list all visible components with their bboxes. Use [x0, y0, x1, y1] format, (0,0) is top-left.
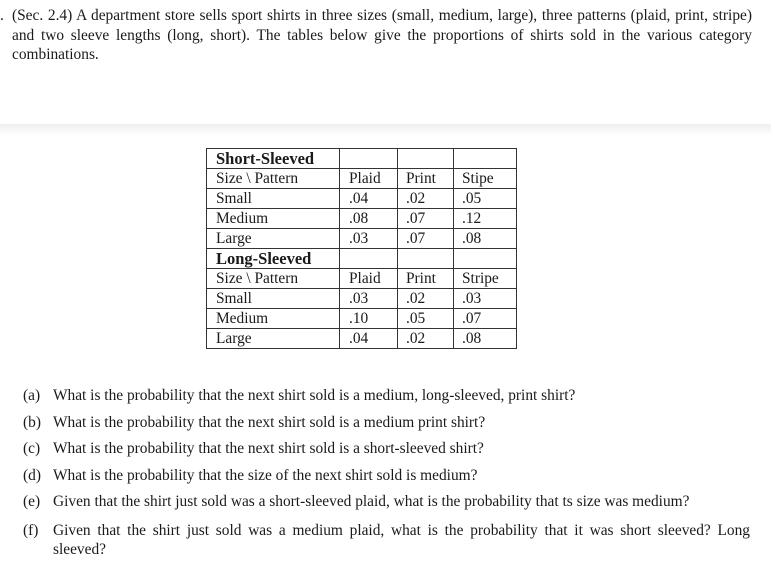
row-label: Small [206, 288, 340, 309]
problem-intro-text: (Sec. 2.4) A department store sells spor… [12, 7, 752, 63]
table-cell: .08 [453, 328, 517, 349]
table-header-row: Size \ Pattern Plaid Print Stripe [206, 268, 517, 289]
question-item: (e) Given that the shirt just sold was a… [23, 492, 750, 512]
question-item: (c) What is the probability that the nex… [23, 439, 750, 459]
table-cell: .03 [339, 288, 398, 309]
table-cell: .02 [397, 328, 454, 349]
row-label: Large [206, 228, 340, 249]
problem-statement: . (Sec. 2.4) A department store sells sp… [0, 6, 752, 65]
table-cell: .02 [397, 288, 454, 309]
question-item: (f) Given that the shirt just sold was a… [23, 521, 750, 560]
problem-number: . [0, 7, 4, 24]
table-cell: .12 [453, 208, 517, 229]
question-text: What is the probability that the next sh… [53, 413, 486, 431]
header-cell: Size \ Pattern [206, 168, 340, 189]
question-tag: (e) [23, 493, 41, 510]
question-item: (a) What is the probability that the nex… [23, 386, 750, 406]
table-cell: .05 [453, 188, 517, 209]
table-cell: .07 [453, 308, 517, 329]
row-label: Large [206, 328, 340, 349]
question-tag: (f) [23, 521, 39, 539]
table-row: Small .03 .02 .03 [206, 288, 517, 309]
question-item: (d) What is the probability that the siz… [23, 466, 750, 486]
table-cell: .03 [339, 228, 398, 249]
question-tag: (a) [23, 387, 41, 404]
question-text: Given that the shirt just sold was a med… [53, 521, 750, 559]
table-row: Large .04 .02 .08 [206, 328, 517, 349]
table-cell: .04 [339, 328, 398, 349]
question-text: What is the probability that the next sh… [53, 440, 484, 457]
header-cell: Plaid [339, 268, 398, 289]
shirt-proportions-table: Short-Sleeved Size \ Pattern Plaid Print… [206, 148, 517, 349]
section-divider [0, 124, 771, 136]
row-label: Medium [206, 308, 340, 329]
table-row: Medium .08 .07 .12 [206, 208, 517, 229]
question-tag: (d) [23, 466, 41, 484]
question-item: (b) What is the probability that the nex… [23, 413, 750, 433]
header-cell: Plaid [339, 168, 398, 189]
header-cell: Print [397, 268, 454, 289]
question-tag: (b) [23, 413, 41, 431]
table-header-row: Size \ Pattern Plaid Print Stipe [206, 168, 517, 189]
table-cell: .05 [397, 308, 454, 329]
table-row: Small .04 .02 .05 [206, 188, 517, 209]
question-text: What is the probability that the next sh… [53, 387, 576, 404]
header-cell: Print [397, 168, 454, 189]
section-title-short-sleeved: Short-Sleeved [206, 148, 340, 169]
table-row: Large .03 .07 .08 [206, 228, 517, 249]
row-label: Small [206, 188, 340, 209]
table-cell: .03 [453, 288, 517, 309]
question-tag: (c) [23, 440, 41, 457]
table-row: Medium .10 .05 .07 [206, 308, 517, 329]
header-cell: Size \ Pattern [206, 268, 340, 289]
row-label: Medium [206, 208, 340, 229]
table-section-title-row: Long-Sleeved [206, 248, 517, 269]
question-list: (a) What is the probability that the nex… [23, 386, 750, 569]
table-cell: .07 [397, 208, 454, 229]
table-cell: .02 [397, 188, 454, 209]
table-cell: .04 [339, 188, 398, 209]
question-text: What is the probability that the size of… [53, 466, 478, 484]
question-text: Given that the shirt just sold was a sho… [53, 493, 690, 510]
table-section-title-row: Short-Sleeved [206, 148, 517, 169]
header-cell: Stipe [453, 168, 517, 189]
section-title-long-sleeved: Long-Sleeved [206, 248, 340, 269]
table-cell: .08 [339, 208, 398, 229]
table-cell: .10 [339, 308, 398, 329]
table-cell: .08 [453, 228, 517, 249]
table-cell: .07 [397, 228, 454, 249]
header-cell: Stripe [453, 268, 517, 289]
